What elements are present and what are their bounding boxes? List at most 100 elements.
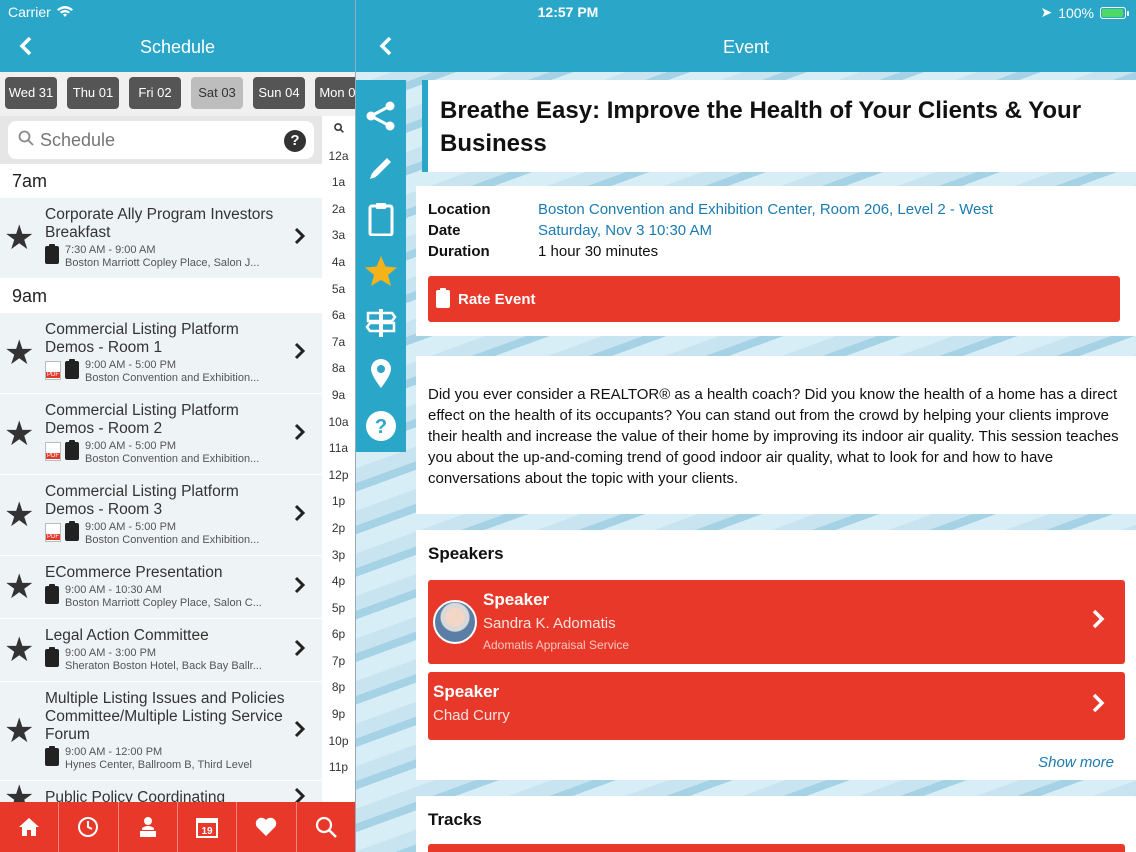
index-item[interactable]: 12p [322, 462, 355, 489]
day-tab[interactable]: Wed 31 [5, 77, 57, 109]
index-item[interactable]: 1p [322, 488, 355, 515]
index-item[interactable]: 1a [322, 169, 355, 196]
calendar-icon: 19 [196, 818, 219, 838]
clipboard-icon [45, 647, 59, 667]
tab-search[interactable] [297, 802, 355, 852]
index-item[interactable]: 9a [322, 382, 355, 409]
chevron-right-icon [294, 718, 306, 744]
session-meta: 7:30 AM - 9:00 AM Boston Marriott Copley … [45, 244, 286, 270]
index-item[interactable]: 6p [322, 621, 355, 648]
date-link[interactable]: Saturday, Nov 3 10:30 AM [538, 220, 712, 241]
tab-favorites[interactable] [237, 802, 297, 852]
list-item[interactable]: ★ Commercial Listing Platform Demos - Roo… [0, 313, 322, 394]
session-location: Sheraton Boston Hotel, Back Bay Ballr... [65, 660, 262, 672]
rate-event-button[interactable]: Rate Event [428, 276, 1120, 322]
index-item[interactable]: 11a [322, 435, 355, 462]
search-icon [315, 816, 337, 838]
directions-button[interactable] [356, 297, 406, 349]
home-icon [19, 818, 40, 836]
tab-clock[interactable] [59, 802, 119, 852]
map-button[interactable] [356, 349, 406, 401]
clock-icon [78, 817, 99, 837]
tab-calendar[interactable]: 19 [178, 802, 238, 852]
session-title: Multiple Listing Issues and Policies Com… [45, 690, 285, 743]
map-pin-icon [371, 359, 391, 389]
location-label: Location [428, 201, 491, 218]
index-item[interactable]: 10p [322, 728, 355, 755]
schedule-pane: Schedule Wed 31 Thu 01 Fri 02 Sat 03 Sun 04 M… [0, 0, 367, 852]
status-time: 12:57 PM [537, 4, 599, 20]
show-more-link[interactable]: Show more [428, 754, 1124, 771]
clipboard-icon [436, 288, 450, 308]
schedule-list: 7am ★ Corporate Ally Program Investors Bre… [0, 164, 322, 802]
index-item[interactable]: 8p [322, 674, 355, 701]
index-item[interactable]: 9p [322, 701, 355, 728]
tab-speakers[interactable] [119, 802, 178, 852]
star-icon[interactable]: ★ [4, 633, 34, 667]
index-item[interactable]: 2p [322, 515, 355, 542]
date-label: Date [428, 222, 461, 239]
star-icon[interactable]: ★ [4, 417, 34, 451]
star-icon[interactable]: ★ [4, 221, 34, 255]
day-tab[interactable]: Sat 03 [191, 77, 243, 109]
index-item[interactable]: 11p [322, 754, 355, 781]
day-tab[interactable]: Sun 04 [253, 77, 305, 109]
index-item[interactable]: 4a [322, 249, 355, 276]
list-item[interactable]: ★ Commercial Listing Platform Demos - Roo… [0, 475, 322, 556]
session-meta: 9:00 AM - 5:00 PMBoston Convention and E… [45, 521, 286, 547]
list-item[interactable]: ★ Public Policy Coordinating [0, 781, 322, 802]
clipboard-icon [368, 203, 394, 237]
star-icon[interactable]: ★ [4, 498, 34, 532]
speaker-row[interactable]: Speaker Chad Curry [428, 672, 1125, 740]
star-icon [365, 256, 397, 287]
star-icon[interactable]: ★ [4, 714, 34, 748]
battery-icon [1100, 6, 1129, 19]
star-icon[interactable]: ★ [4, 336, 34, 370]
notes-button[interactable] [356, 142, 406, 194]
share-button[interactable] [356, 90, 406, 142]
tab-home[interactable] [0, 802, 60, 852]
avatar [433, 600, 477, 644]
survey-button[interactable] [356, 193, 406, 245]
rate-event-label: Rate Event [458, 290, 536, 308]
event-nav-title: Event [722, 37, 770, 57]
list-item[interactable]: ★ Commercial Listing Platform Demos - Roo… [0, 394, 322, 475]
list-item[interactable]: ★ Corporate Ally Program Investors Breakf… [0, 198, 322, 279]
index-item[interactable]: 5p [322, 595, 355, 622]
index-search-icon[interactable] [322, 116, 355, 143]
index-item[interactable]: 3p [322, 542, 355, 569]
index-item[interactable]: 12a [322, 143, 355, 170]
list-item[interactable]: ★ Legal Action Committee 9:00 AM - 3:00 PM… [0, 619, 322, 682]
star-icon[interactable]: ★ [4, 570, 34, 604]
location-link[interactable]: Boston Convention and Exhibition Center,… [538, 199, 993, 220]
index-item[interactable]: 8a [322, 355, 355, 382]
search-input[interactable] [40, 129, 260, 151]
pdf-icon [45, 442, 61, 461]
list-item[interactable]: ★ ECommerce Presentation 9:00 AM - 10:30 A… [0, 556, 322, 619]
speaker-row[interactable]: Speaker Sandra K. Adomatis Adomatis Appr… [428, 580, 1125, 664]
list-item[interactable]: ★ Multiple Listing Issues and Policies Co… [0, 682, 322, 781]
star-icon[interactable]: ★ [4, 781, 34, 802]
help-button[interactable]: ? [356, 400, 406, 452]
help-icon[interactable]: ? [284, 130, 306, 152]
day-tab[interactable]: Thu 01 [67, 77, 119, 109]
index-item[interactable]: 2a [322, 196, 355, 223]
pdf-icon [45, 523, 61, 542]
index-item[interactable]: 7a [322, 329, 355, 356]
day-tab[interactable]: Fri 02 [129, 77, 181, 109]
index-item[interactable]: 5a [322, 276, 355, 303]
search-icon [18, 130, 34, 151]
index-item[interactable]: 4p [322, 568, 355, 595]
speakers-title: Speakers [428, 544, 504, 563]
index-item[interactable]: 3a [322, 222, 355, 249]
index-item[interactable]: 7p [322, 648, 355, 675]
index-item[interactable]: 10a [322, 409, 355, 436]
search-bar: ? [0, 116, 322, 164]
chevron-right-icon [294, 785, 306, 802]
index-item[interactable]: 6a [322, 302, 355, 329]
track-item[interactable] [428, 844, 1125, 852]
favorite-button[interactable] [356, 245, 406, 297]
heart-icon [256, 817, 277, 836]
tab-bar: 19 [0, 802, 355, 852]
session-title: Legal Action Committee [45, 627, 209, 644]
